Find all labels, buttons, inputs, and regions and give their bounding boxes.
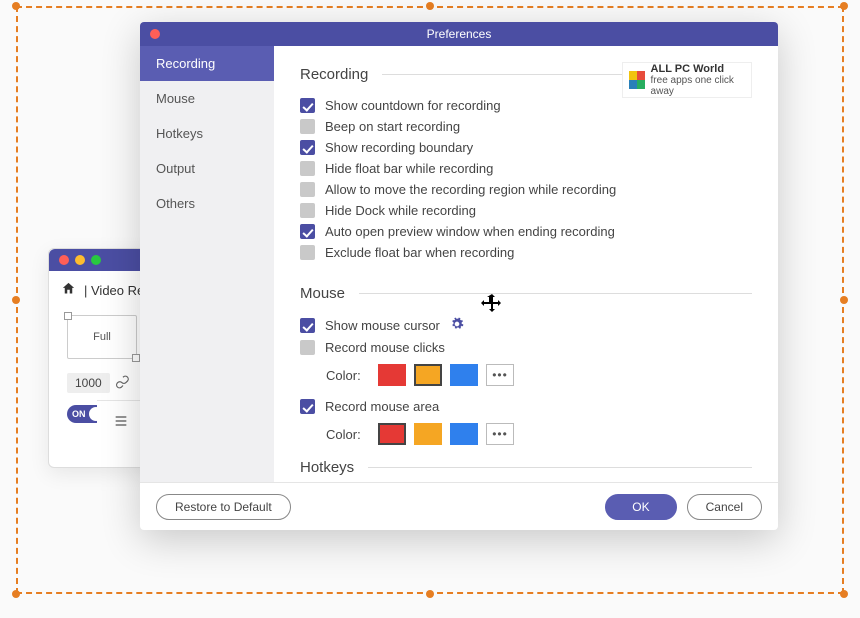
sidebar-item-mouse[interactable]: Mouse	[140, 81, 274, 116]
option-show-countdown[interactable]: Show countdown for recording	[300, 95, 752, 116]
checkbox[interactable]	[300, 161, 315, 176]
home-icon[interactable]	[61, 281, 76, 299]
color-label: Color:	[326, 427, 370, 442]
selection-handle[interactable]	[426, 590, 434, 598]
color-swatch-orange[interactable]	[414, 364, 442, 386]
watermark-sub: free apps one click away	[651, 75, 734, 97]
watermark-badge: ALL PC Worldfree apps one click away	[622, 62, 752, 98]
checkbox[interactable]	[300, 98, 315, 113]
preferences-content[interactable]: ALL PC Worldfree apps one click away Rec…	[274, 46, 778, 482]
more-colors-button[interactable]: •••	[486, 364, 514, 386]
more-colors-button[interactable]: •••	[486, 423, 514, 445]
selection-handle[interactable]	[12, 590, 20, 598]
gear-icon[interactable]	[450, 317, 464, 334]
color-swatch-orange[interactable]	[414, 423, 442, 445]
close-icon[interactable]	[150, 29, 160, 39]
section-title: Recording	[300, 66, 368, 83]
sidebar-item-label: Mouse	[156, 91, 195, 106]
divider	[368, 467, 752, 468]
watermark-title: ALL PC World	[651, 63, 745, 75]
minimize-icon[interactable]	[75, 255, 85, 265]
checkbox[interactable]	[300, 203, 315, 218]
checkbox[interactable]	[300, 318, 315, 333]
section-heading-hotkeys: Hotkeys	[300, 459, 752, 476]
selection-handle[interactable]	[840, 296, 848, 304]
option-label: Beep on start recording	[325, 119, 460, 134]
watermark-logo-icon	[629, 71, 645, 89]
checkbox[interactable]	[300, 399, 315, 414]
checkbox[interactable]	[300, 182, 315, 197]
preferences-footer: Restore to Default OK Cancel	[140, 482, 778, 530]
color-swatch-red[interactable]	[378, 364, 406, 386]
option-exclude-floatbar[interactable]: Exclude float bar when recording	[300, 242, 752, 263]
checkbox[interactable]	[300, 340, 315, 355]
option-label: Record mouse area	[325, 399, 439, 414]
selection-handle[interactable]	[426, 2, 434, 10]
color-swatch-blue[interactable]	[450, 423, 478, 445]
link-icon[interactable]	[116, 375, 130, 392]
option-label: Allow to move the recording region while…	[325, 182, 616, 197]
option-show-boundary[interactable]: Show recording boundary	[300, 137, 752, 158]
option-move-region[interactable]: Allow to move the recording region while…	[300, 179, 752, 200]
option-label: Exclude float bar when recording	[325, 245, 514, 260]
section-title: Mouse	[300, 285, 345, 302]
checkbox[interactable]	[300, 119, 315, 134]
option-hide-floatbar[interactable]: Hide float bar while recording	[300, 158, 752, 179]
preferences-titlebar[interactable]: Preferences	[140, 22, 778, 46]
width-value[interactable]: 1000	[67, 373, 110, 393]
section-heading-mouse: Mouse	[300, 285, 752, 302]
close-icon[interactable]	[59, 255, 69, 265]
checkbox[interactable]	[300, 224, 315, 239]
sidebar-item-hotkeys[interactable]: Hotkeys	[140, 116, 274, 151]
color-swatch-red[interactable]	[378, 423, 406, 445]
sidebar-item-others[interactable]: Others	[140, 186, 274, 221]
selection-handle[interactable]	[840, 590, 848, 598]
preferences-sidebar: Recording Mouse Hotkeys Output Others	[140, 46, 274, 482]
sidebar-item-label: Recording	[156, 56, 215, 71]
option-beep[interactable]: Beep on start recording	[300, 116, 752, 137]
selection-handle[interactable]	[12, 296, 20, 304]
breadcrumb-label: | Video Re	[84, 283, 144, 298]
cancel-button[interactable]: Cancel	[687, 494, 762, 520]
toggle-on-label: ON	[72, 409, 86, 419]
region-preset[interactable]: Full	[67, 315, 137, 359]
checkbox[interactable]	[300, 245, 315, 260]
option-label: Auto open preview window when ending rec…	[325, 224, 615, 239]
button-label: Restore to Default	[175, 500, 272, 514]
option-label: Show mouse cursor	[325, 318, 440, 333]
option-record-clicks[interactable]: Record mouse clicks	[300, 337, 752, 358]
sidebar-item-label: Others	[156, 196, 195, 211]
selection-handle[interactable]	[840, 2, 848, 10]
option-label: Record mouse clicks	[325, 340, 445, 355]
selection-handle[interactable]	[12, 2, 20, 10]
sidebar-item-output[interactable]: Output	[140, 151, 274, 186]
preferences-window: Preferences Recording Mouse Hotkeys Outp…	[140, 22, 778, 530]
option-label: Show countdown for recording	[325, 98, 501, 113]
option-label: Hide Dock while recording	[325, 203, 476, 218]
color-swatch-blue[interactable]	[450, 364, 478, 386]
region-label: Full	[93, 331, 111, 343]
click-color-picker: Color: •••	[326, 364, 752, 386]
sidebar-item-label: Hotkeys	[156, 126, 203, 141]
option-hide-dock[interactable]: Hide Dock while recording	[300, 200, 752, 221]
menu-icon[interactable]	[113, 413, 129, 432]
area-color-picker: Color: •••	[326, 423, 752, 445]
section-title: Hotkeys	[300, 459, 354, 476]
window-title: Preferences	[427, 27, 492, 41]
option-record-area[interactable]: Record mouse area	[300, 396, 752, 417]
button-label: OK	[632, 500, 649, 514]
zoom-icon[interactable]	[91, 255, 101, 265]
ok-button[interactable]: OK	[605, 494, 676, 520]
checkbox[interactable]	[300, 140, 315, 155]
button-label: Cancel	[706, 500, 743, 514]
color-label: Color:	[326, 368, 370, 383]
option-label: Hide float bar while recording	[325, 161, 493, 176]
sidebar-item-label: Output	[156, 161, 195, 176]
restore-default-button[interactable]: Restore to Default	[156, 494, 291, 520]
option-label: Show recording boundary	[325, 140, 473, 155]
option-auto-preview[interactable]: Auto open preview window when ending rec…	[300, 221, 752, 242]
divider	[359, 293, 752, 294]
option-show-cursor[interactable]: Show mouse cursor	[300, 314, 752, 337]
sidebar-item-recording[interactable]: Recording	[140, 46, 274, 81]
